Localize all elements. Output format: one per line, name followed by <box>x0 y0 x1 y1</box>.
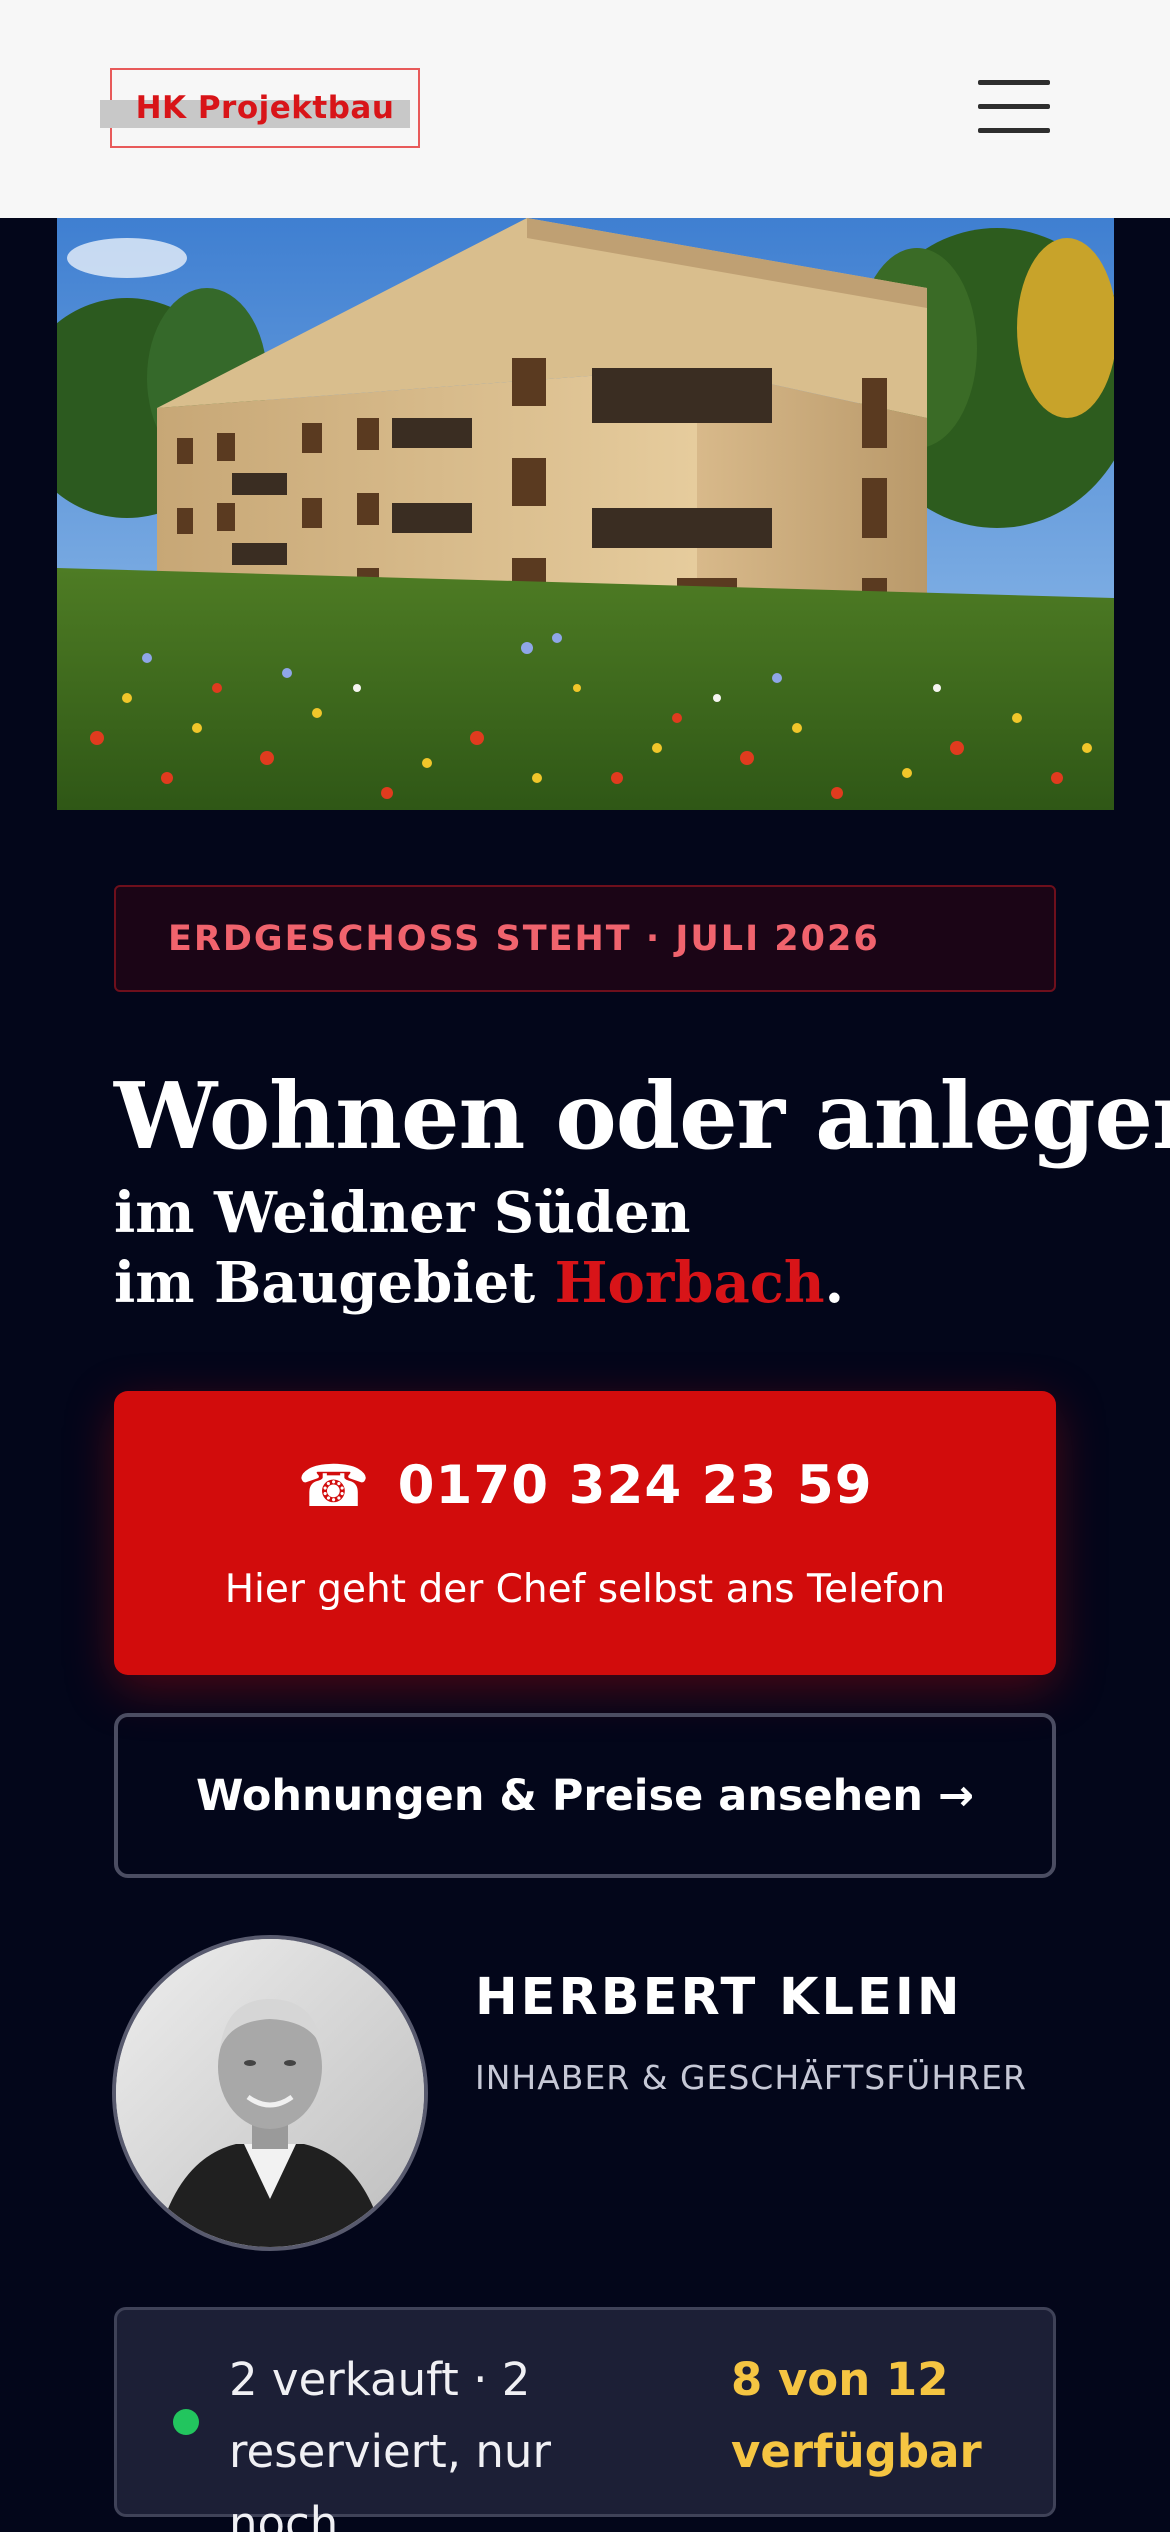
call-button-subtext: Hier geht der Chef selbst ans Telefon <box>224 1567 946 1612</box>
phone-number: 0170 324 23 59 <box>397 1455 873 1516</box>
availability-count: 8 von 12 verfügbar <box>731 2353 982 2478</box>
status-dot-icon <box>173 2409 199 2435</box>
site-header: HK Projektbau <box>0 0 1170 218</box>
person-name: HERBERT KLEIN <box>475 1968 963 2027</box>
hero-image <box>57 218 1114 810</box>
view-prices-button[interactable]: Wohnungen & Preise ansehen → <box>114 1713 1056 1878</box>
page-title: Wohnen oder anlegen <box>114 1062 1170 1170</box>
call-button[interactable]: ☎ 0170 324 23 59 Hier geht der Chef selb… <box>114 1391 1056 1675</box>
logo-text: HK Projektbau <box>135 90 395 126</box>
subtitle-highlight: Horbach <box>554 1250 825 1316</box>
availability-status-text: 2 verkauft · 2 reserviert, nur noch <box>229 2353 551 2532</box>
view-prices-label: Wohnungen & Preise ansehen → <box>195 1770 974 1821</box>
person-role: INHABER & GESCHÄFTSFÜHRER <box>475 2058 1027 2097</box>
hamburger-menu-icon[interactable] <box>972 74 1056 138</box>
call-button-top: ☎ 0170 324 23 59 <box>114 1455 1056 1516</box>
menu-line <box>978 80 1050 85</box>
subtitle-suffix: . <box>824 1250 845 1316</box>
availability-box: 2 verkauft · 2 reserviert, nur noch 8 vo… <box>114 2307 1056 2532</box>
subtitle-line-1: im Weidner Süden <box>114 1180 691 1246</box>
menu-line <box>978 128 1050 133</box>
badge-text: ERDGESCHOSS STEHT · JULI 2026 <box>168 918 880 959</box>
subtitle-line-2: im Baugebiet Horbach. <box>114 1250 844 1316</box>
menu-line <box>978 104 1050 109</box>
avatar <box>112 1935 428 2251</box>
subtitle-prefix: im Baugebiet <box>114 1250 555 1316</box>
logo[interactable]: HK Projektbau <box>100 68 420 148</box>
phone-icon: ☎ <box>297 1451 370 1520</box>
status-badge: ERDGESCHOSS STEHT · JULI 2026 <box>114 885 1056 992</box>
